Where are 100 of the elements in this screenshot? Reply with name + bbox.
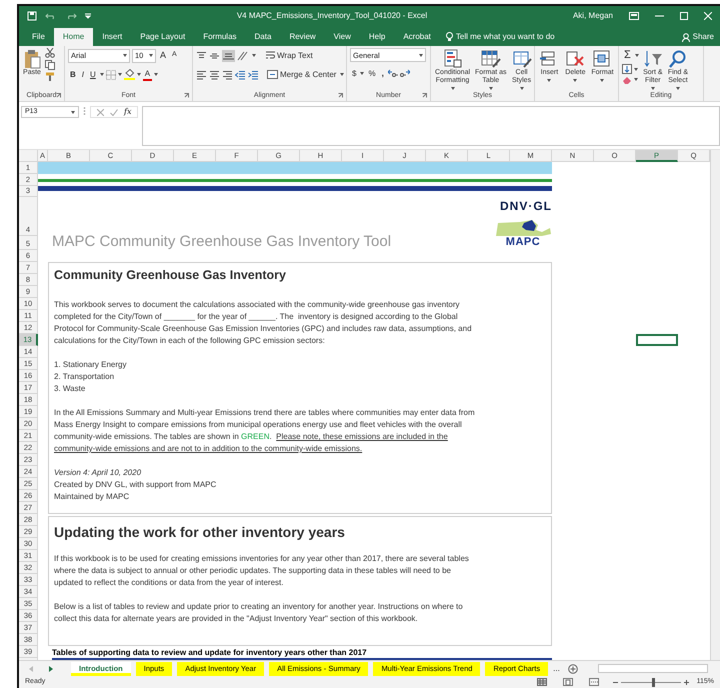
align-center-icon[interactable] [209, 70, 220, 80]
horizontal-scrollbar[interactable] [598, 664, 708, 673]
caret-icon[interactable] [154, 73, 158, 76]
align-bottom-icon[interactable] [222, 50, 235, 62]
font-color-button[interactable]: A [142, 68, 152, 80]
more-tabs-button[interactable]: ... [553, 664, 560, 674]
increase-indent-icon[interactable] [248, 70, 259, 80]
add-sheet-icon[interactable] [568, 664, 578, 674]
ribbon-tab[interactable]: Page Layout [131, 28, 194, 46]
ribbon-display-icon[interactable] [629, 12, 639, 20]
paragraph: This workbook serves to document the calculations associated with the community-wide greenhouse gas inventory completed for the City/Town of _______ for the year of ______. The inventory is designed according to the Global Protocol for Community-Scale Greenhouse Gas Emission Inventories (GPC) and includes raw data, assumptions, and calculations for the City/Town in each of the following GPC emission sectors: [54, 299, 473, 347]
grip-icon [83, 106, 86, 116]
comma-style-button[interactable]: , [380, 66, 386, 81]
caret-icon[interactable] [634, 68, 638, 70]
merge-cells-icon [267, 70, 278, 79]
caret-icon[interactable] [252, 54, 256, 57]
fill-down-icon[interactable] [622, 64, 632, 74]
wrap-text-icon [266, 51, 275, 60]
align-middle-icon[interactable] [209, 50, 220, 60]
logo-text: DNV·GL [500, 199, 552, 214]
format-cells-icon [592, 49, 612, 69]
format-table-icon [480, 49, 501, 69]
italic-button[interactable]: I [80, 67, 86, 82]
percent-button[interactable]: % [366, 66, 378, 81]
zoom-out-icon[interactable] [612, 680, 618, 684]
paragraph: If this workbook is to be used for creating emissions inventories for any year other than 2017, there are several tables where the data is subject to annual or other periodic updates. The supporting data in these tables will need to be updated to reflect the conditions or data from the year of interest. [54, 553, 470, 589]
scroll-right-icon[interactable] [49, 666, 53, 672]
cell-styles-icon [512, 49, 532, 69]
redo-icon[interactable] [65, 12, 77, 20]
caret-icon[interactable] [136, 73, 141, 76]
align-top-icon[interactable] [196, 50, 207, 60]
ribbon-tab[interactable]: Help [360, 28, 394, 46]
scissors-icon[interactable] [45, 48, 55, 58]
close-icon[interactable] [704, 12, 712, 20]
ribbon-tab[interactable]: View [324, 28, 360, 46]
lightbulb-icon [446, 32, 453, 42]
insert-function-button[interactable]: fx [124, 107, 132, 117]
page-layout-view-icon[interactable] [562, 678, 573, 686]
dialog-launcher-icon[interactable] [184, 93, 189, 98]
sort-filter-icon [642, 49, 663, 69]
undo-icon[interactable] [45, 12, 57, 20]
section-heading: Community Greenhouse Gas Inventory [54, 266, 287, 284]
align-left-icon[interactable] [196, 70, 207, 80]
vertical-scrollbar[interactable] [710, 150, 720, 660]
selected-cell[interactable] [636, 334, 678, 346]
caret-icon[interactable] [634, 54, 639, 57]
ribbon-tab[interactable]: Home [54, 28, 94, 46]
logo-text: MAPC [506, 237, 540, 248]
maximize-icon[interactable] [680, 12, 688, 20]
autosum-button[interactable]: Σ [622, 48, 633, 63]
ribbon-tab[interactable]: File [23, 28, 54, 46]
page-break-view-icon[interactable] [588, 678, 599, 686]
eraser-icon[interactable] [622, 75, 632, 84]
bold-button[interactable]: B [68, 67, 78, 82]
dialog-launcher-icon[interactable] [422, 93, 427, 98]
dialog-launcher-icon[interactable] [338, 93, 343, 98]
formula-input[interactable] [142, 106, 720, 146]
share-button[interactable]: Share [676, 28, 720, 46]
paragraph: Version 4: April 10, 2020 Created by DNV GL, with support from MAPC Maintained by MAPC [54, 467, 218, 503]
caret-icon[interactable] [100, 73, 104, 76]
caret-icon[interactable] [340, 73, 344, 76]
save-icon[interactable] [27, 11, 37, 21]
decrease-indent-icon[interactable] [235, 70, 246, 80]
fill-color-icon[interactable] [124, 69, 135, 80]
conditional-formatting-icon [442, 49, 463, 69]
copy-icon[interactable] [45, 60, 55, 70]
increase-decimal-icon[interactable] [388, 69, 398, 78]
paragraph: Below is a list of tables to review and update prior to creating an inventory for another year. Instructions on where to collect this data for alternate years are provided in the "Adjust Inventory Year" section of this workbook. [54, 601, 464, 625]
window-title: V4 MAPC_Emissions_Inventory_Tool_041020 - Excel [236, 11, 428, 21]
paragraph: 1. Stationary Energy 2. Transportation 3. Waste [54, 359, 128, 395]
dialog-launcher-icon[interactable] [56, 93, 61, 98]
paragraph: In the All Emissions Summary and Multi-year Emissions trend there are tables where communities may enter data from Mass Energy Insight to compare emissions from municipal operations energy use and fleet vehicles with the overall community-wide emissions. The tables are shown in GREEN. Please note, these emissions are included in the community-wide emissions and are not to in addition to the community-wide emissions. [54, 407, 476, 455]
section-heading: Updating the work for other inventory years [54, 523, 346, 541]
customize-icon[interactable] [85, 12, 91, 20]
ribbon-tab[interactable]: Formulas [194, 28, 246, 46]
format-painter-icon[interactable] [45, 72, 55, 82]
ribbon-tab[interactable]: Insert [93, 28, 132, 46]
table-heading: Tables of supporting data to review and update for inventory years other than 2017 [51, 648, 368, 658]
caret-icon[interactable] [360, 72, 364, 75]
zoom-in-icon[interactable] [684, 680, 689, 684]
caret-icon[interactable] [634, 78, 638, 81]
underline-button[interactable]: U [88, 67, 98, 82]
wrap-text-button[interactable]: Wrap Text [264, 48, 315, 63]
merge-center-button[interactable]: Merge & Center [265, 67, 338, 82]
slider-thumb[interactable] [652, 678, 655, 686]
grow-font-button[interactable]: A [158, 48, 168, 63]
person-icon [682, 32, 690, 42]
sheet-title: MAPC Community Greenhouse Gas Inventory Tool [51, 234, 392, 250]
search-icon [668, 49, 688, 69]
normal-view-icon[interactable] [536, 678, 547, 686]
currency-button[interactable]: $ [350, 66, 358, 81]
state-map-icon [494, 219, 552, 237]
align-right-icon[interactable] [222, 70, 233, 80]
clipboard-icon [23, 49, 41, 69]
decrease-decimal-icon[interactable] [400, 69, 410, 78]
ribbon-tab[interactable]: Review [280, 28, 325, 46]
tell-me-field[interactable]: Tell me what you want to do [440, 28, 561, 46]
ribbon-tab[interactable]: Acrobat [394, 28, 440, 46]
ribbon-tab[interactable]: Data [246, 28, 280, 46]
orientation-icon[interactable] [237, 50, 250, 60]
